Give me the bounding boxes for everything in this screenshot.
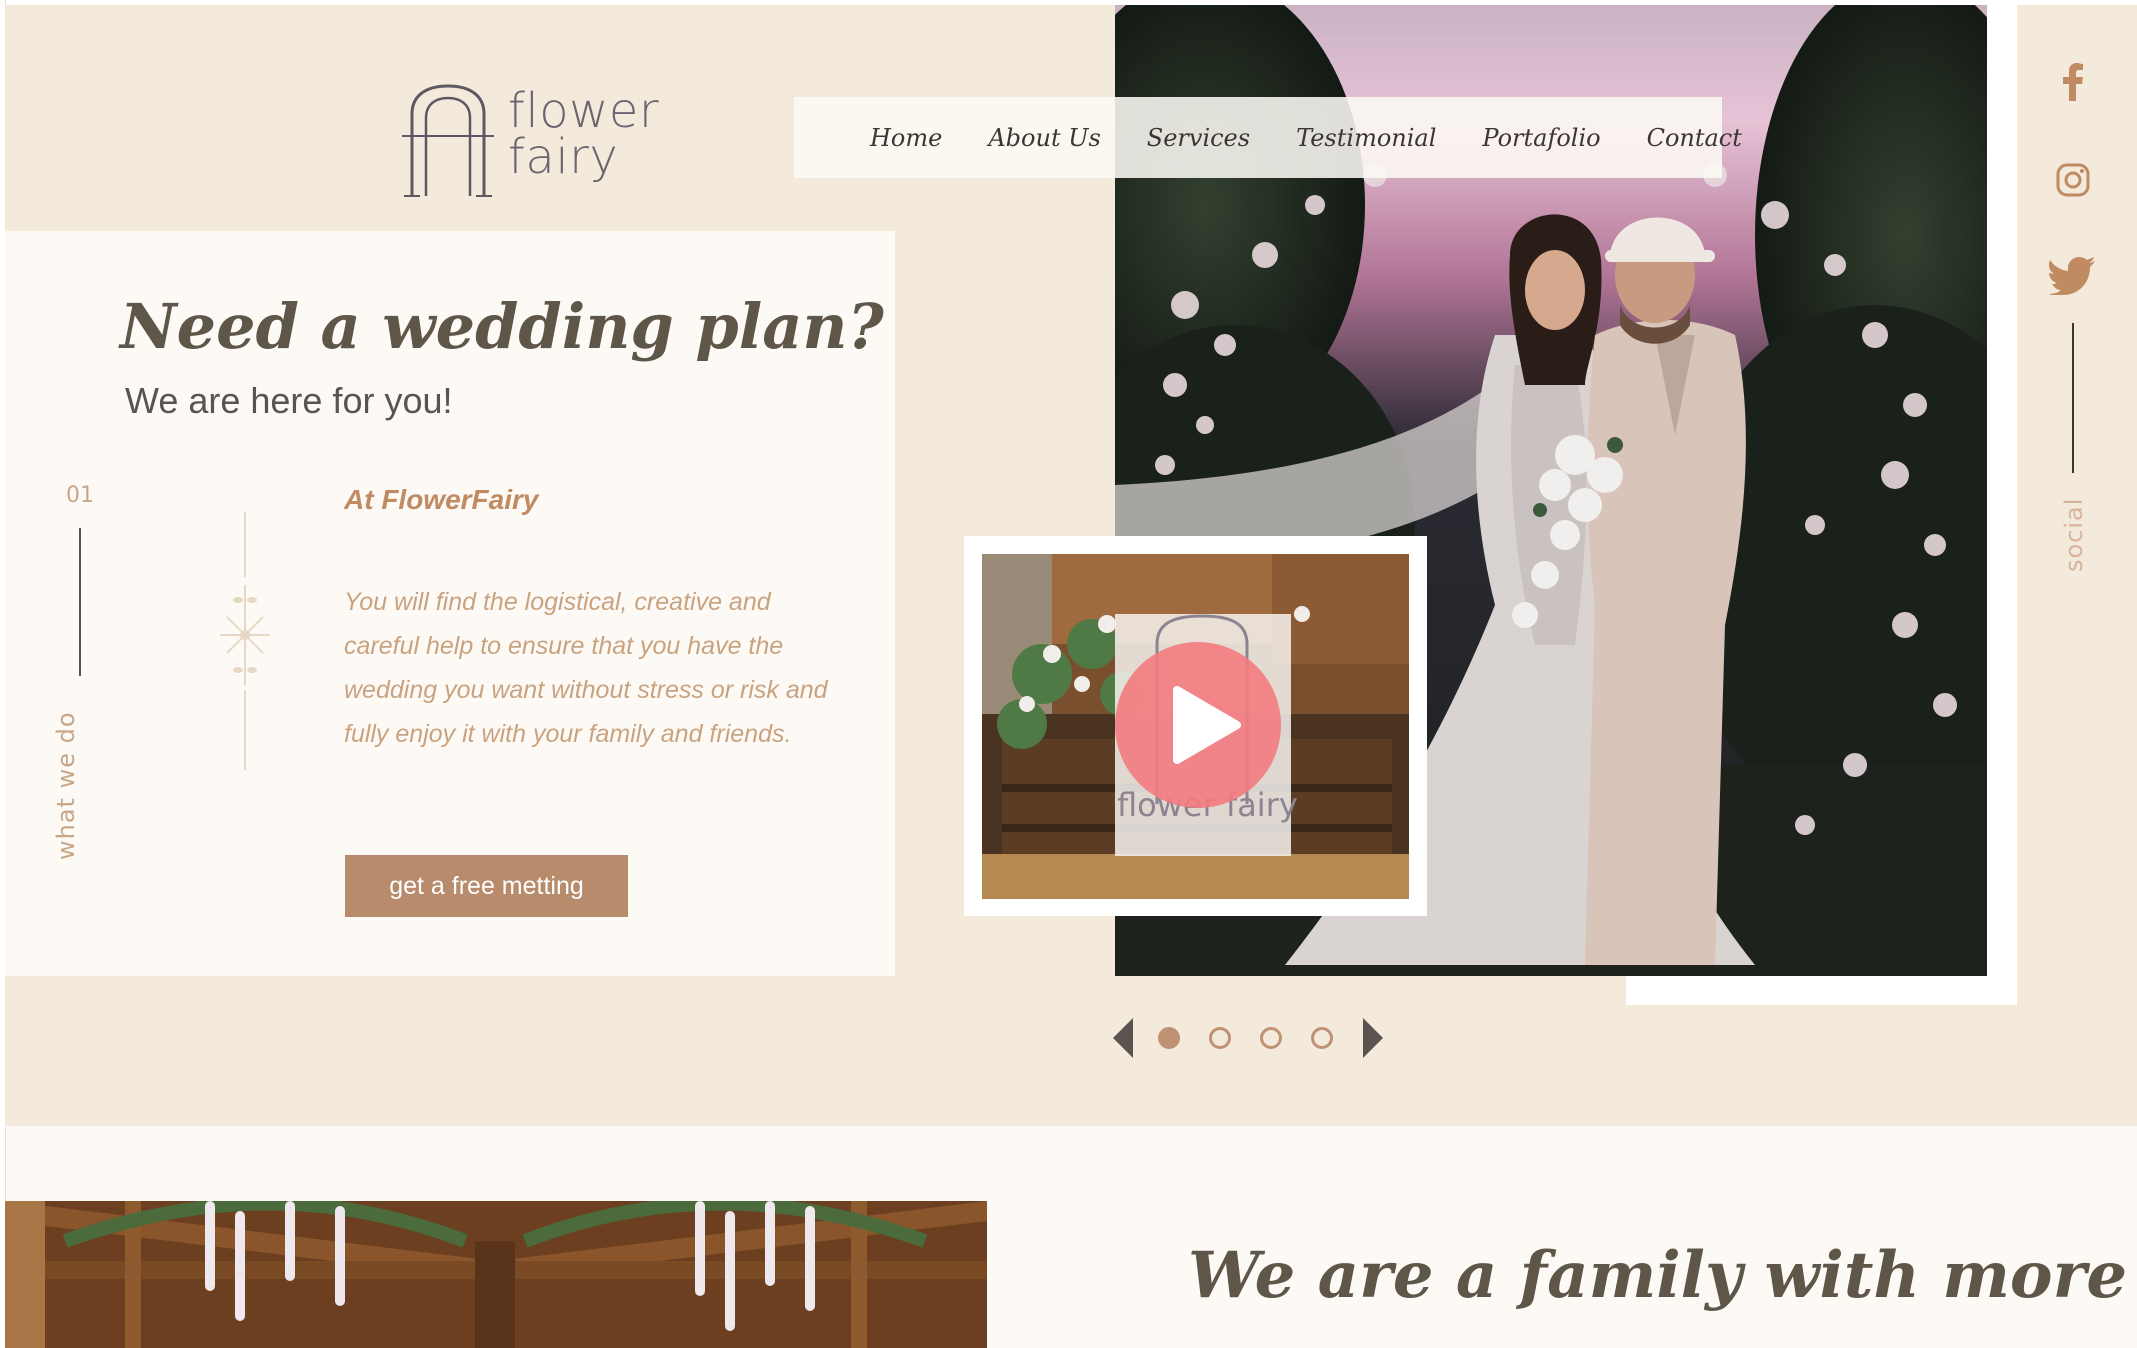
twitter-icon[interactable] — [2048, 256, 2096, 296]
carousel-dot-2[interactable] — [1209, 1027, 1231, 1049]
section2-heading: We are a family with more — [1188, 1238, 2128, 1313]
section-label: what we do — [52, 711, 80, 860]
carousel-dot-4[interactable] — [1311, 1027, 1333, 1049]
instagram-icon[interactable] — [2056, 160, 2090, 200]
ornament-line-bottom — [244, 690, 246, 770]
social-label: social — [2060, 497, 2088, 572]
carousel-prev-icon[interactable] — [1113, 1018, 1133, 1058]
nav-home[interactable]: Home — [870, 124, 942, 152]
social-divider — [2072, 323, 2074, 473]
play-icon[interactable] — [1115, 642, 1281, 808]
hero-subline: We are here for you! — [125, 380, 453, 421]
nav-about-us[interactable]: About Us — [988, 124, 1100, 152]
section-paragraph: You will find the logistical, creative a… — [344, 588, 828, 748]
facebook-icon[interactable] — [2056, 62, 2090, 102]
section-divider — [79, 528, 81, 676]
carousel-dot-1[interactable] — [1158, 1027, 1180, 1049]
carousel-dot-3[interactable] — [1260, 1027, 1282, 1049]
logo-line-1: flower — [508, 83, 660, 139]
hero-headline: Need a wedding plan? — [120, 290, 884, 363]
nav-contact[interactable]: Contact — [1647, 124, 1742, 152]
logo-wordmark: flower fairy — [508, 83, 660, 185]
photo-accent-strip — [1987, 5, 2017, 1005]
ornament-line-top — [244, 512, 246, 577]
carousel-next-icon[interactable] — [1363, 1018, 1383, 1058]
section-title: At FlowerFairy — [344, 484, 539, 515]
arch-logo-icon — [402, 84, 494, 197]
floral-ornament-icon — [220, 585, 270, 685]
free-meeting-button[interactable]: get a free metting — [345, 855, 628, 917]
nav-portafolio[interactable]: Portafolio — [1482, 124, 1600, 152]
venue-photo — [5, 1201, 987, 1348]
video-thumbnail[interactable]: flower fairy — [982, 554, 1409, 899]
nav-services[interactable]: Services — [1147, 124, 1250, 152]
section-number: 01 — [66, 483, 94, 508]
nav-testimonial[interactable]: Testimonial — [1296, 124, 1436, 152]
logo-line-2: fairy — [508, 129, 619, 185]
main-nav: Home About Us Services Testimonial Porta… — [794, 97, 1742, 178]
brand-logo[interactable]: flower fairy — [398, 82, 660, 202]
